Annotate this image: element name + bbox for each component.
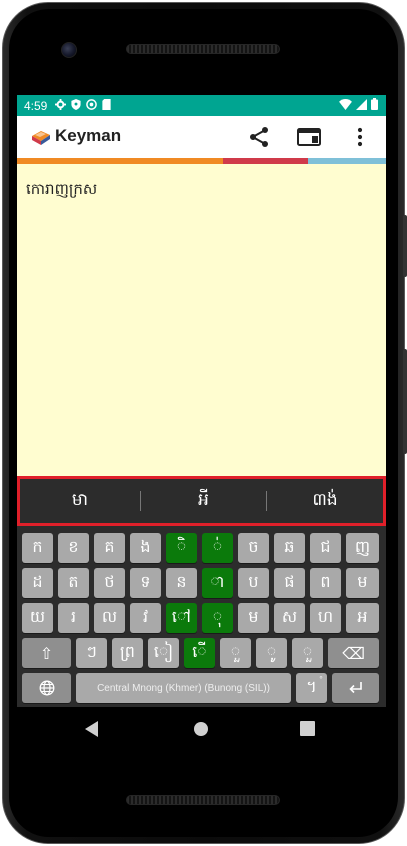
key[interactable]: ល <box>94 603 125 633</box>
vpn-icon <box>86 99 98 112</box>
key[interactable]: ច <box>238 533 269 563</box>
key[interactable]: ព្រ <box>112 638 143 668</box>
screen: 4:59 Keyman កោរាញក្រស មា អី ៣ង់ ក ខ គ ង … <box>17 95 386 707</box>
space-bar[interactable]: Central Mnong (Khmer) (Bunong (SIL)) <box>76 673 291 703</box>
period-key-label: ។ <box>306 677 317 696</box>
share-icon[interactable] <box>247 125 271 149</box>
suggestion-bar: មា អី ៣ង់ <box>17 476 386 526</box>
key[interactable]: ួ <box>220 638 251 668</box>
shield-icon <box>71 99 81 112</box>
home-icon[interactable] <box>193 721 209 737</box>
key[interactable]: ជ <box>310 533 341 563</box>
shift-key[interactable]: ⇧ <box>22 638 71 668</box>
key[interactable]: ុ <box>202 603 233 633</box>
brand-stripe-red <box>223 158 308 164</box>
recents-icon[interactable] <box>300 721 315 736</box>
key[interactable]: ម <box>346 568 379 598</box>
window-icon[interactable] <box>297 125 321 149</box>
key[interactable]: ៗ <box>76 638 107 668</box>
wifi-icon <box>339 98 352 113</box>
period-key[interactable]: ។ ° <box>296 673 327 703</box>
navigation-bar <box>17 707 386 751</box>
status-bar: 4:59 <box>17 95 386 116</box>
key[interactable]: យ <box>22 603 53 633</box>
front-camera <box>61 42 77 58</box>
key[interactable]: ួ <box>292 638 323 668</box>
key[interactable]: អ <box>346 603 379 633</box>
key[interactable]: ម <box>238 603 269 633</box>
settings-icon <box>55 99 67 112</box>
text-input-area[interactable]: កោរាញក្រស <box>26 180 97 202</box>
key[interactable]: ើ <box>184 638 215 668</box>
volume-button <box>403 349 407 454</box>
top-speaker <box>126 44 280 54</box>
key[interactable]: ដ <box>22 568 53 598</box>
bottom-speaker <box>126 795 280 805</box>
suggestion-2[interactable]: អី <box>141 479 266 523</box>
period-key-hint: ° <box>319 675 323 684</box>
key[interactable]: វ <box>130 603 161 633</box>
signal-icon <box>356 98 367 113</box>
more-vert-icon[interactable] <box>348 125 372 149</box>
key[interactable]: ថ <box>94 568 125 598</box>
enter-icon <box>348 682 362 694</box>
key[interactable]: ស <box>274 603 305 633</box>
key[interactable]: ទ <box>130 568 161 598</box>
suggestion-3[interactable]: ៣ង់ <box>267 479 383 523</box>
key[interactable]: ក <box>22 533 53 563</box>
battery-icon <box>371 98 378 113</box>
key[interactable]: ផ <box>274 568 305 598</box>
brand-stripe-orange <box>17 158 223 164</box>
key[interactable]: ហ <box>310 603 341 633</box>
sd-card-icon <box>102 99 111 112</box>
globe-icon <box>39 680 54 696</box>
key[interactable]: ឆ <box>274 533 305 563</box>
key[interactable]: ព <box>310 568 341 598</box>
globe-key[interactable] <box>22 673 71 703</box>
key[interactable]: ៅ <box>166 603 197 633</box>
key[interactable]: គ <box>94 533 125 563</box>
key[interactable]: ់ <box>202 533 233 563</box>
key[interactable]: ិ <box>166 533 197 563</box>
app-title: Keyman <box>55 126 122 145</box>
key[interactable]: ន <box>166 568 197 598</box>
keyboard: ក ខ គ ង ិ ់ ច ឆ ជ ញ ដ ត ថ ទ ន ា ប ផ ព ម … <box>17 526 386 707</box>
suggestion-1[interactable]: មា <box>20 479 140 523</box>
key[interactable]: ត <box>58 568 89 598</box>
enter-key[interactable] <box>332 673 379 703</box>
app-bar: Keyman <box>17 116 386 158</box>
back-icon[interactable] <box>85 721 99 737</box>
key[interactable]: ូ <box>256 638 287 668</box>
power-button <box>403 215 407 277</box>
key[interactable]: ប <box>238 568 269 598</box>
key[interactable]: ញ <box>346 533 379 563</box>
key[interactable]: ខ <box>58 533 89 563</box>
status-time: 4:59 <box>24 98 48 113</box>
brand-stripe-blue <box>308 158 386 164</box>
key[interactable]: ង <box>130 533 161 563</box>
keyboard-name-label: Central Mnong (Khmer) (Bunong (SIL)) <box>97 682 270 694</box>
key[interactable]: រ <box>58 603 89 633</box>
keyman-logo-icon <box>32 131 50 145</box>
backspace-key[interactable]: ⌫ <box>328 638 379 668</box>
key[interactable]: ៀ <box>148 638 179 668</box>
key[interactable]: ា <box>202 568 233 598</box>
